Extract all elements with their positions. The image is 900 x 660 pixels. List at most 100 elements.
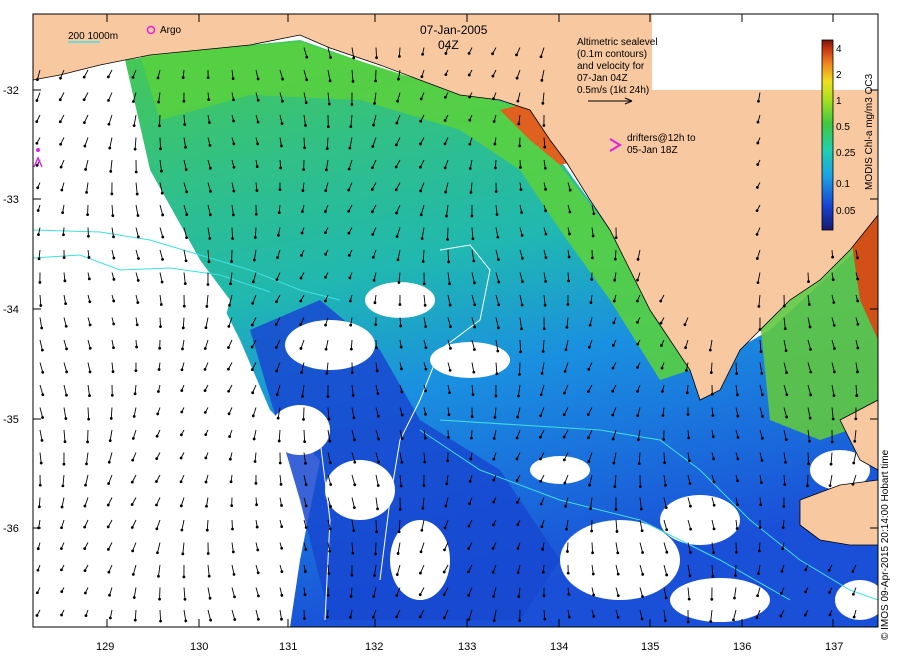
lon-label: 129 bbox=[96, 641, 114, 653]
velocity-arrow-head bbox=[207, 260, 211, 264]
velocity-arrow-head bbox=[208, 121, 211, 124]
velocity-arrow-head bbox=[400, 413, 404, 417]
velocity-arrow-head bbox=[161, 213, 165, 217]
velocity-arrow-head bbox=[40, 348, 44, 352]
velocity-arrow-head bbox=[87, 277, 91, 281]
velocity-arrow-head bbox=[304, 504, 308, 508]
velocity-arrow-head bbox=[613, 257, 617, 261]
velocity-arrow-head bbox=[109, 169, 113, 173]
velocity-arrow-head bbox=[205, 528, 209, 532]
velocity-arrow-head bbox=[371, 615, 375, 619]
velocity-arrow bbox=[303, 429, 306, 442]
velocity-arrow-head bbox=[591, 234, 595, 238]
velocity-arrow-head bbox=[467, 617, 471, 621]
velocity-arrow-head bbox=[808, 416, 812, 420]
velocity-arrow-head bbox=[639, 507, 643, 511]
velocity-arrow-head bbox=[448, 391, 452, 395]
velocity-arrow-head bbox=[442, 616, 446, 620]
velocity-arrow-head bbox=[564, 348, 568, 352]
velocity-arrow-head bbox=[38, 483, 42, 487]
velocity-arrow-head bbox=[208, 596, 212, 600]
velocity-arrow-head bbox=[304, 483, 308, 486]
velocity-arrow-head bbox=[62, 256, 66, 260]
velocity-arrow-head bbox=[521, 256, 524, 260]
velocity-arrow-head bbox=[400, 460, 404, 464]
velocity-arrow-head bbox=[400, 367, 403, 371]
velocity-arrow-head bbox=[496, 235, 500, 239]
velocity-arrow-head bbox=[206, 552, 210, 555]
velocity-arrow-head bbox=[184, 619, 188, 623]
velocity-arrow-head bbox=[563, 481, 567, 485]
velocity-arrow-head bbox=[495, 213, 499, 216]
velocity-arrow-head bbox=[64, 324, 68, 328]
velocity-arrow-head bbox=[711, 414, 715, 417]
velocity-arrow-head bbox=[256, 548, 260, 552]
velocity-arrow-head bbox=[155, 503, 158, 507]
velocity-arrow-head bbox=[250, 345, 254, 349]
velocity-arrow-head bbox=[255, 525, 259, 529]
velocity-arrow-head bbox=[134, 170, 138, 174]
velocity-arrow-head bbox=[300, 371, 303, 374]
velocity-arrow-head bbox=[229, 282, 232, 286]
velocity-arrow-head bbox=[304, 548, 308, 551]
velocity-arrow-head bbox=[611, 437, 615, 441]
velocity-arrow-head bbox=[688, 482, 692, 485]
velocity-arrow-head bbox=[275, 393, 279, 397]
velocity-arrow-head bbox=[469, 457, 473, 461]
velocity-arrow-head bbox=[400, 437, 404, 440]
velocity-arrow-head bbox=[395, 235, 399, 238]
velocity-arrow-head bbox=[497, 303, 501, 307]
velocity-arrow-head bbox=[421, 260, 425, 263]
velocity-arrow-head bbox=[207, 574, 211, 578]
velocity-arrow-head bbox=[204, 480, 208, 484]
velocity-arrow-head bbox=[539, 479, 543, 483]
velocity-arrow-head bbox=[184, 145, 187, 149]
velocity-arrow-head bbox=[161, 258, 164, 261]
velocity-arrow-head bbox=[400, 390, 404, 394]
velocity-arrow-head bbox=[686, 413, 690, 416]
velocity-arrow-head bbox=[735, 527, 739, 530]
velocity-arrow-head bbox=[492, 97, 495, 101]
velocity-arrow-head bbox=[856, 277, 860, 281]
velocity-arrow-head bbox=[419, 189, 423, 193]
velocity-arrow-head bbox=[543, 303, 547, 307]
velocity-arrow-head bbox=[688, 574, 692, 578]
velocity-arrow-head bbox=[299, 347, 303, 350]
velocity-arrow-head bbox=[395, 594, 399, 597]
velocity-arrow-head bbox=[661, 414, 665, 418]
velocity-arrow-head bbox=[420, 75, 424, 79]
velocity-arrow-head bbox=[782, 504, 786, 508]
velocity-arrow-head bbox=[539, 457, 542, 461]
velocity-arrow-head bbox=[35, 141, 39, 145]
velocity-arrow-head bbox=[468, 142, 472, 146]
velocity-arrow-head bbox=[60, 505, 64, 509]
map-canvas: -32 -33 -34 -35 -36 129 130 131 132 133 … bbox=[3, 13, 879, 653]
velocity-arrow-head bbox=[519, 188, 523, 192]
velocity-arrow-head bbox=[108, 593, 111, 597]
velocity-arrow-head bbox=[856, 322, 860, 326]
velocity-arrow-head bbox=[232, 142, 236, 146]
latitude-labels: -32 -33 -34 -35 -36 bbox=[3, 85, 19, 535]
velocity-arrow-head bbox=[418, 593, 422, 597]
velocity-arrow-head bbox=[371, 255, 375, 259]
velocity-arrow-head bbox=[611, 343, 615, 347]
velocity-arrow-head bbox=[39, 304, 43, 307]
velocity-arrow-head bbox=[562, 435, 566, 439]
velocity-arrow-head bbox=[300, 231, 304, 235]
velocity-arrow-head bbox=[851, 482, 855, 486]
colorbar-tick-label: 0.5 bbox=[836, 122, 850, 133]
velocity-arrow-head bbox=[828, 484, 832, 487]
velocity-arrow-head bbox=[181, 76, 185, 79]
velocity-arrow-head bbox=[472, 259, 476, 263]
velocity-arrow-head bbox=[785, 371, 789, 374]
velocity-arrow-head bbox=[516, 546, 520, 550]
velocity-arrow-head bbox=[661, 390, 664, 393]
velocity-arrow-head bbox=[233, 595, 236, 599]
velocity-arrow-head bbox=[589, 507, 592, 510]
velocity-arrow-head bbox=[395, 573, 399, 576]
velocity-arrow-head bbox=[204, 326, 208, 330]
velocity-arrow-head bbox=[59, 142, 63, 146]
velocity-arrow-head bbox=[473, 303, 477, 307]
velocity-arrow-head bbox=[398, 507, 402, 511]
velocity-arrow-head bbox=[255, 165, 259, 169]
